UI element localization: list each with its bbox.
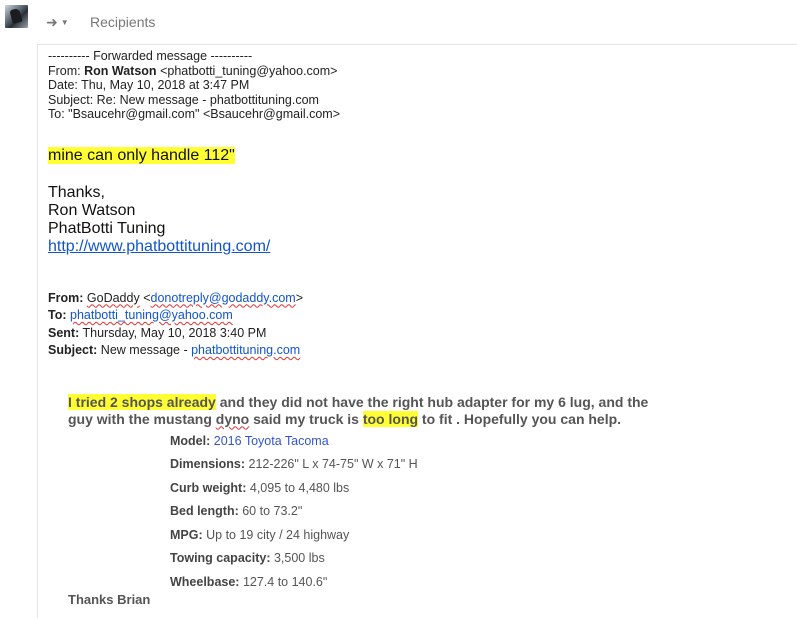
recipients-bar: ➜ ▼ Recipients [38, 0, 797, 45]
forwarded-header: ---------- Forwarded message ---------- … [48, 49, 797, 122]
reply-signature-company: PhatBotti Tuning [48, 219, 166, 237]
sender-avatar[interactable] [5, 5, 28, 28]
message-content: ---------- Forwarded message ---------- … [48, 49, 797, 607]
spec-row: Bed length: 60 to 73.2ʺ [170, 504, 303, 518]
forward-separator: ---------- Forwarded message ---------- [48, 49, 253, 63]
reply-thanks: Thanks, [48, 183, 105, 201]
reply-signature-name: Ron Watson [48, 201, 136, 219]
spec-row: Dimensions: 212-226ʺ L x 74-75ʺ W x 71ʺ … [170, 457, 418, 471]
customer-message: I tried 2 shops already and they did not… [68, 393, 649, 427]
original-subject-link[interactable]: phatbottituning.com [191, 343, 300, 357]
original-from-name: GoDaddy [86, 290, 140, 305]
spec-row: MPG: Up to 19 city / 24 highway [170, 527, 350, 542]
recipients-field[interactable]: Recipients [90, 14, 155, 30]
chevron-down-icon: ▼ [60, 17, 69, 27]
signature-website-link[interactable]: http://www.phatbottituning.com/ [48, 238, 270, 255]
spec-row: Curb weight: 4,095 to 4,480 lbs [170, 480, 350, 495]
original-subject-line: Subject: New message - phatbottituning.c… [48, 343, 301, 357]
original-from-line: From: GoDaddy <donotreply@godaddy.com> [48, 290, 304, 305]
vehicle-specs-list: Model: 2016 Toyota Tacoma Dimensions: 21… [170, 430, 797, 595]
reply-block: mine can only handle 112" Thanks, Ron Wa… [48, 146, 797, 256]
message-body-editor[interactable]: ---------- Forwarded message ---------- … [37, 44, 797, 618]
forward-from-name: Ron Watson [84, 63, 157, 78]
spec-row: Wheelbase: 127.4 to 140.6ʺ [170, 574, 328, 589]
forward-to-line: To: "Bsaucehr@gmail.com" <Bsaucehr@gmail… [48, 107, 341, 121]
spec-row: Towing capacity: 3,500 lbs [170, 551, 325, 565]
original-from-email-link[interactable]: donotreply@godaddy.com [151, 291, 296, 305]
customer-signoff: Thanks Brian [68, 592, 151, 607]
spec-row: Model: 2016 Toyota Tacoma [170, 433, 329, 448]
original-message-header: From: GoDaddy <donotreply@godaddy.com> T… [48, 290, 797, 360]
original-to-email-link[interactable]: phatbotti_tuning@yahoo.com [70, 308, 233, 322]
original-sent-line: Sent: Thursday, May 10, 2018 3:40 PM [48, 325, 267, 340]
misspelled-word: dyno [215, 410, 250, 427]
forward-from-email: <phatbotti_tuning@yahoo.com> [160, 63, 338, 78]
highlighted-reply-text: mine can only handle 112" [48, 146, 235, 164]
reply-type-dropdown[interactable]: ➜ ▼ [46, 10, 80, 34]
forward-subject-line: Subject: Re: New message - phatbottituni… [48, 92, 319, 107]
reply-arrow-icon: ➜ [46, 13, 58, 30]
original-to-line: To: phatbotti_tuning@yahoo.com [48, 308, 233, 322]
highlight-too-long: too long [362, 410, 419, 427]
highlight-shops: I tried 2 shops already [68, 393, 216, 410]
forward-date-line: Date: Thu, May 10, 2018 at 3:47 PM [48, 78, 250, 92]
forward-from-line: From: Ron Watson <phatbotti_tuning@yahoo… [48, 63, 338, 78]
